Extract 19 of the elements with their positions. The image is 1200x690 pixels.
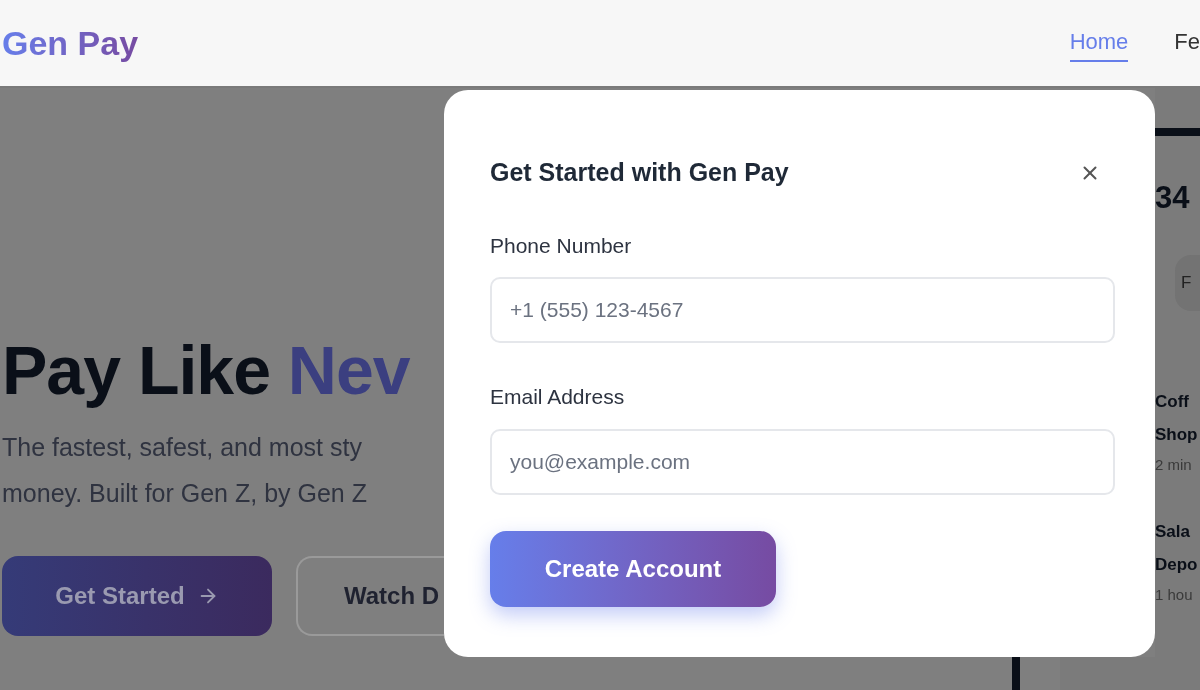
phone-frame-edge <box>1012 657 1020 690</box>
transaction-name: Coff Shop <box>1155 391 1199 446</box>
field-label: Email Address <box>490 384 626 410</box>
create-account-button[interactable]: Create Account <box>490 530 776 607</box>
nav-link[interactable]: Fe <box>1174 24 1200 62</box>
hero-subtitle: The fastest, safest, and most sty money. Built for Gen Z, by Gen Z <box>2 432 368 509</box>
get-started-button[interactable]: Get Started <box>2 556 272 636</box>
phone-frame-edge <box>1155 128 1200 136</box>
transaction-name: Sala Depo <box>1155 521 1199 576</box>
action-chip[interactable]: F <box>1175 255 1200 311</box>
input-field[interactable]: you@example.com <box>490 428 1115 495</box>
transaction-time: 2 min <box>1155 455 1193 475</box>
input-field[interactable]: +1 (555) 123-4567 <box>490 277 1115 343</box>
balance-amount: 34 <box>1155 182 1191 213</box>
nav-link[interactable]: Home <box>1069 24 1129 62</box>
dialog-title: Get Started with Gen Pay <box>490 157 789 188</box>
hero-title: Pay Like Nev <box>2 332 411 408</box>
field-label: Phone Number <box>490 232 633 259</box>
transaction-time: 1 hou <box>1155 585 1194 605</box>
